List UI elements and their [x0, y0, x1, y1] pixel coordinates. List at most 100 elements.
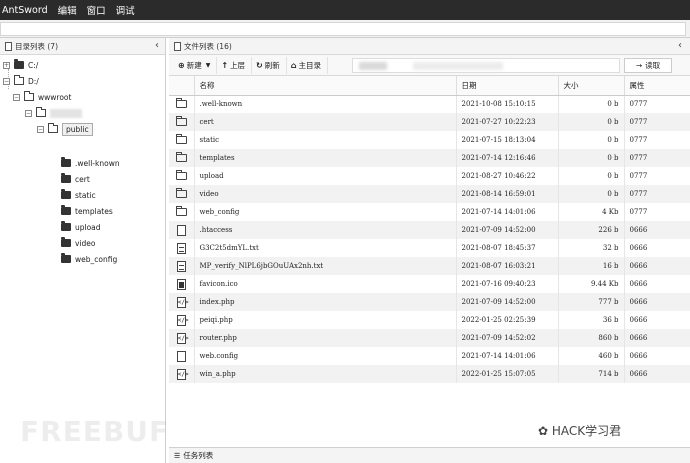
file-row[interactable]: </> index.php 2021-07-09 14:52:00 777 b 0666 — [169, 293, 690, 311]
file-date: 2021-08-14 16:59:01 — [456, 185, 559, 203]
file-name[interactable]: favicon.ico — [194, 275, 457, 293]
folder-icon — [61, 189, 71, 199]
file-name[interactable]: MP_verify_NlPL6jbGOuUAx2nh.txt — [194, 257, 457, 275]
tree-node-child[interactable]: .well-known — [61, 156, 120, 170]
file-panel-title: 文件列表 (16) — [184, 41, 232, 51]
file-date: 2022-01-25 15:07:05 — [456, 365, 559, 383]
tree-node-child[interactable]: web_config — [61, 252, 117, 266]
file-attr: 0666 — [624, 239, 690, 257]
tree-node-redacted[interactable]: − — [25, 106, 82, 120]
path-input[interactable] — [352, 58, 620, 73]
tree-node-d-drive[interactable]: − D:/ — [3, 74, 39, 88]
file-size: 860 b — [558, 329, 625, 347]
file-name[interactable]: templates — [194, 149, 457, 167]
collapse-icon[interactable]: − — [37, 125, 44, 133]
file-name[interactable]: static — [194, 131, 457, 149]
collapse-icon[interactable]: − — [25, 109, 32, 117]
refresh-button[interactable]: ↻ 刷新 — [252, 56, 287, 74]
file-size: 460 b — [558, 347, 625, 365]
column-size[interactable]: 大小 — [558, 76, 625, 96]
folder-icon — [175, 98, 187, 109]
file-name[interactable]: video — [194, 185, 457, 203]
file-attr: 0777 — [624, 167, 690, 185]
column-attr[interactable]: 属性 — [624, 76, 690, 96]
tree-node-public[interactable]: − public — [37, 122, 93, 136]
tree-label: upload — [75, 222, 101, 232]
file-name[interactable]: .well-known — [194, 95, 457, 113]
folder-open-icon — [36, 107, 46, 117]
file-row[interactable]: </> router.php 2021-07-09 14:52:02 860 b 066… — [169, 329, 690, 347]
file-name[interactable]: G3C2t5dmYL.txt — [194, 239, 457, 257]
collapse-icon[interactable]: − — [13, 93, 20, 101]
file-row[interactable]: MP_verify_NlPL6jbGOuUAx2nh.txt 2021-08-07… — [169, 257, 690, 275]
up-button[interactable]: ↑ 上层 — [217, 56, 253, 74]
file-attr: 0666 — [624, 365, 690, 383]
file-row[interactable]: </> peiqi.php 2022-01-25 02:25:39 36 b 0666 — [169, 311, 690, 329]
column-date[interactable]: 日期 — [456, 76, 559, 96]
task-list-bar[interactable]: ☰ 任务列表 — [169, 447, 690, 463]
file-row[interactable]: </> win_a.php 2022-01-25 15:07:05 714 b 0666 — [169, 365, 690, 383]
new-label: 新建 — [186, 60, 202, 70]
new-button[interactable]: ⊕ 新建 ▼ — [174, 56, 218, 74]
tree-label-selected: public — [62, 122, 93, 136]
code-file-icon: </> — [176, 332, 189, 344]
file-attr: 0777 — [624, 113, 690, 131]
tree-label: C:/ — [28, 60, 39, 70]
home-button[interactable]: ⌂ 主目录 — [287, 56, 328, 74]
tab-bar — [0, 22, 686, 36]
file-size: 777 b — [558, 293, 625, 311]
file-row[interactable]: video 2021-08-14 16:59:01 0 b 0777 — [169, 185, 690, 203]
tree-node-wwwroot[interactable]: − wwwroot — [13, 90, 71, 104]
file-row[interactable]: favicon.ico 2021-07-16 09:40:23 9.44 Kb 066… — [169, 275, 690, 293]
file-name[interactable]: index.php — [194, 293, 457, 311]
file-row[interactable]: web_config 2021-07-14 14:01:06 4 Kb 0777 — [169, 203, 690, 221]
collapse-icon[interactable]: − — [3, 77, 10, 85]
text-file-icon — [176, 260, 186, 272]
file-name[interactable]: web_config — [194, 203, 457, 221]
tree-label: D:/ — [28, 76, 39, 86]
file-row[interactable]: cert 2021-07-27 10:22:23 0 b 0777 — [169, 113, 690, 131]
file-date: 2021-07-14 14:01:06 — [456, 347, 559, 365]
tree-node-c-drive[interactable]: + C:/ — [3, 58, 38, 72]
file-name[interactable]: cert — [194, 113, 457, 131]
file-name[interactable]: web.config — [194, 347, 457, 365]
file-size: 0 b — [558, 167, 625, 185]
menu-edit[interactable]: 编辑 — [53, 3, 82, 17]
file-name[interactable]: .htaccess — [194, 221, 457, 239]
file-row[interactable]: web.config 2021-07-14 14:01:06 460 b 0666 — [169, 347, 690, 365]
tree-node-child[interactable]: static — [61, 188, 96, 202]
tree-node-child[interactable]: video — [61, 236, 96, 250]
file-name[interactable]: peiqi.php — [194, 311, 457, 329]
file-row[interactable]: .htaccess 2021-07-09 14:52:00 226 b 0666 — [169, 221, 690, 239]
file-row[interactable]: .well-known 2021-10-08 15:10:15 0 b 0777 — [169, 95, 690, 113]
file-size: 0 b — [558, 95, 625, 113]
file-type-cell — [169, 185, 195, 203]
menu-debug[interactable]: 调试 — [111, 3, 140, 17]
column-name[interactable]: 名称 — [194, 76, 457, 96]
menu-window[interactable]: 窗口 — [82, 3, 111, 17]
tree-node-child[interactable]: templates — [61, 204, 113, 218]
file-type-cell — [169, 131, 195, 149]
tree-node-child[interactable]: upload — [61, 220, 101, 234]
expand-icon[interactable]: + — [3, 61, 10, 69]
wechat-watermark-label: HACK学习君 — [551, 424, 622, 438]
collapse-left-icon[interactable]: ‹ — [155, 40, 159, 51]
file-row[interactable]: static 2021-07-15 18:13:04 0 b 0777 — [169, 131, 690, 149]
file-date: 2021-07-09 14:52:00 — [456, 221, 559, 239]
file-name[interactable]: upload — [194, 167, 457, 185]
tree-node-child[interactable]: cert — [61, 172, 90, 186]
read-button[interactable]: → 读取 — [624, 58, 672, 73]
directory-tree: + C:/ − D:/ − wwwroot − − public .well-k… — [0, 55, 165, 463]
file-row[interactable]: upload 2021-08-27 10:46:22 0 b 0777 — [169, 167, 690, 185]
file-row[interactable]: G3C2t5dmYL.txt 2021-08-07 18:45:37 32 b 066… — [169, 239, 690, 257]
directory-panel-title: 目录列表 (7) — [15, 41, 59, 51]
plus-circle-icon: ⊕ — [178, 60, 185, 70]
tab-strip — [0, 20, 690, 38]
folder-icon — [175, 134, 187, 144]
file-name[interactable]: router.php — [194, 329, 457, 347]
collapse-right-icon[interactable]: ‹ — [678, 40, 682, 51]
file-row[interactable]: templates 2021-07-14 12:16:46 0 b 0777 — [169, 149, 690, 167]
file-size: 16 b — [558, 257, 625, 275]
file-size: 714 b — [558, 365, 625, 383]
file-name[interactable]: win_a.php — [194, 365, 457, 383]
